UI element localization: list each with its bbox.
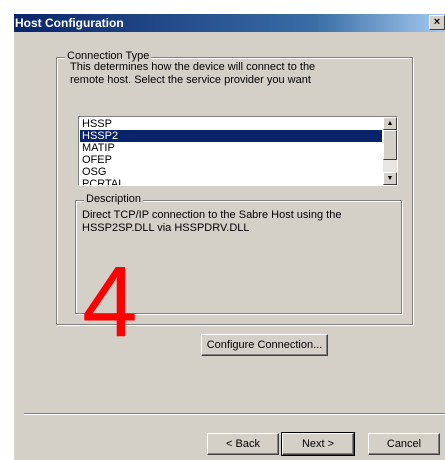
list-item-matip[interactable]: MATIP: [80, 142, 382, 154]
description-line-1: Direct TCP/IP connection to the Sabre Ho…: [82, 209, 342, 221]
back-label: < Back: [226, 438, 260, 450]
scroll-up-button[interactable]: ▲: [383, 117, 397, 130]
list-item-osg[interactable]: OSG: [80, 166, 382, 178]
description-line-2: HSSP2SP.DLL via HSSPDRV.DLL: [82, 222, 250, 234]
configure-connection-button[interactable]: Configure Connection...: [201, 334, 328, 356]
window-title: Host Configuration: [15, 16, 124, 30]
button-separator: [24, 413, 445, 415]
description-legend: Description: [84, 193, 144, 205]
scroll-down-button[interactable]: ▼: [383, 172, 397, 185]
description-text: Direct TCP/IP connection to the Sabre Ho…: [82, 209, 382, 235]
list-item-hssp[interactable]: HSSP: [80, 118, 382, 130]
back-button[interactable]: < Back: [207, 433, 279, 455]
list-item-pcrtal[interactable]: PCRTAL: [80, 178, 382, 185]
next-label: Next >: [301, 438, 335, 450]
intro-line-1: This determines how the device will conn…: [70, 61, 316, 73]
connection-type-intro: This determines how the device will conn…: [70, 61, 370, 87]
service-provider-list[interactable]: HSSP HSSP2 MATIP OFEP OSG PCRTAL ▲ ▼: [78, 116, 398, 186]
step-number-annotation: 4: [82, 246, 138, 358]
list-item-ofep[interactable]: OFEP: [80, 154, 382, 166]
list-scrollbar[interactable]: ▲ ▼: [383, 117, 397, 185]
close-button[interactable]: ×: [429, 15, 445, 30]
intro-line-2: remote host. Select the service provider…: [70, 74, 311, 86]
title-bar[interactable]: Host Configuration ×: [14, 14, 445, 32]
list-item-hssp2[interactable]: HSSP2: [80, 130, 382, 142]
next-button[interactable]: Next >: [281, 432, 355, 456]
cancel-button[interactable]: Cancel: [368, 433, 440, 455]
cancel-label: Cancel: [386, 438, 422, 450]
scroll-thumb[interactable]: [383, 130, 397, 160]
